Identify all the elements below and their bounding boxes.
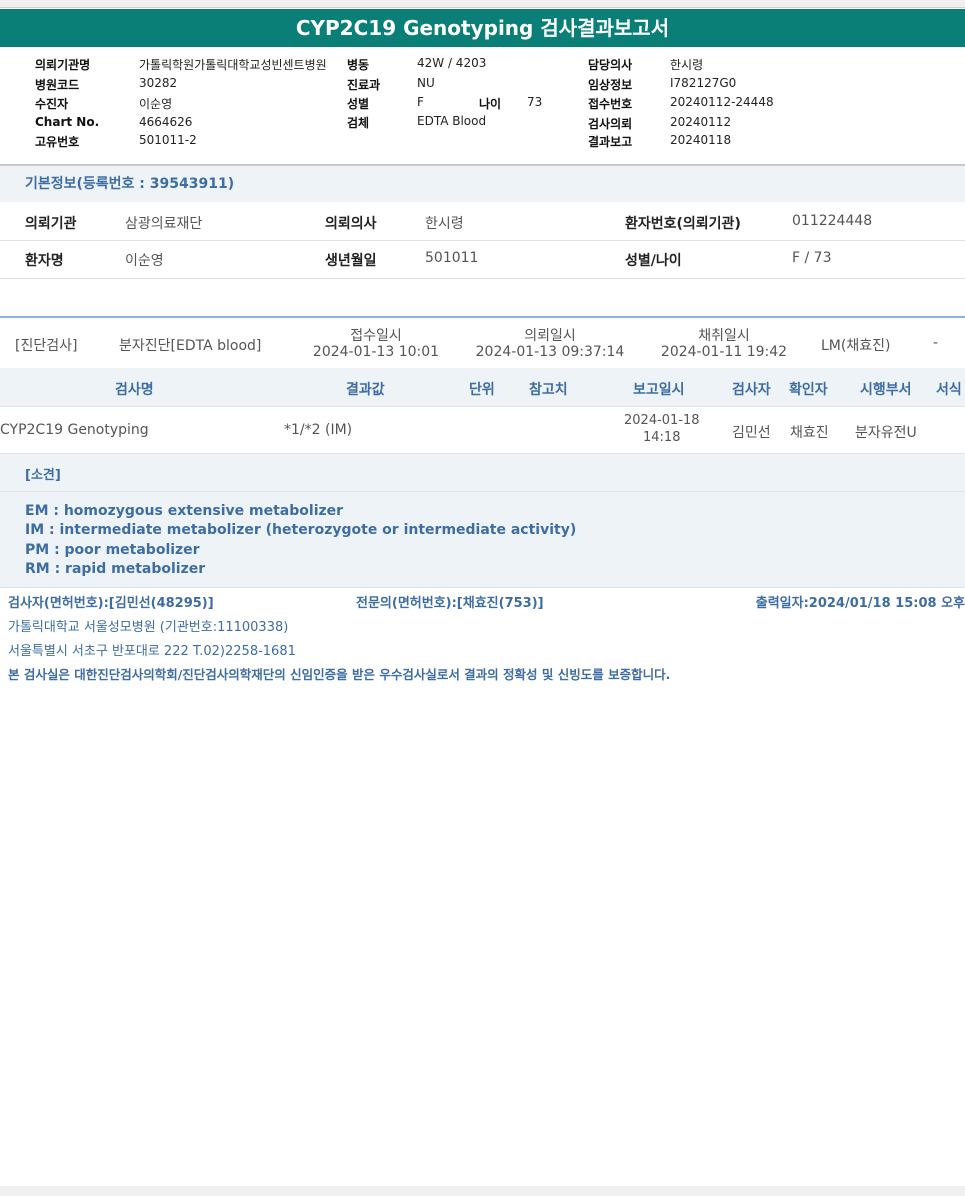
- header-label: Chart No.: [35, 115, 100, 129]
- header-label: 나이: [479, 97, 502, 111]
- header-value: 20240118: [670, 133, 732, 147]
- confirmer-name: 채효진: [790, 425, 829, 441]
- header-value: 4664626: [139, 115, 193, 129]
- department-name: 분자유전U: [855, 425, 917, 441]
- opinion-header: [소견]: [0, 454, 965, 492]
- field-value: 501011: [425, 250, 479, 266]
- field-label: 의뢰기관: [25, 216, 77, 232]
- basic-info-title: 기본정보(등록번호 : 39543911): [0, 166, 965, 202]
- requested-label: 의뢰일시: [524, 328, 576, 344]
- requested-datetime: 2024-01-13 09:37:14: [475, 344, 625, 360]
- results-table-header: 검사명 결과값 단위 참고치 보고일시 검사자 확인자 시행부서 서식: [0, 368, 965, 407]
- header-label: 성별: [347, 97, 370, 111]
- basic-info-title-text: 기본정보(등록번호 : 39543911): [25, 176, 235, 192]
- field-value: 삼광의료재단: [125, 216, 203, 232]
- test-name: CYP2C19 Genotyping: [0, 422, 149, 438]
- header-value: 30282: [139, 76, 178, 90]
- header-label: 임상정보: [588, 78, 633, 92]
- field-value: 011224448: [792, 213, 873, 229]
- report-header: 의뢰기관명 가톨릭학원가톨릭대학교성빈센트병원 병원코드 30282 수진자 이…: [0, 48, 965, 166]
- header-value: EDTA Blood: [417, 114, 487, 128]
- field-value: F / 73: [792, 250, 832, 266]
- col-reference: 참고치: [529, 382, 568, 398]
- header-value: 73: [527, 95, 543, 109]
- header-label: 병원코드: [35, 78, 80, 92]
- field-label: 의뢰의사: [325, 216, 377, 232]
- opinion-body: EM : homozygous extensive metabolizer IM…: [0, 492, 965, 588]
- header-label: 진료과: [347, 78, 381, 92]
- header-label: 검사의뢰: [588, 117, 633, 131]
- footer-printed-date: 출력일자:2024/01/18 15:08 오후: [755, 596, 965, 611]
- field-value: 한시령: [425, 216, 464, 232]
- lm-name: LM(채효진): [821, 338, 891, 354]
- field-value: 이순영: [125, 253, 164, 269]
- order-category: [진단검사]: [15, 338, 78, 354]
- collected-label: 채취일시: [698, 328, 750, 344]
- header-value: NU: [417, 76, 435, 90]
- order-type: 분자진단[EDTA blood]: [119, 338, 262, 354]
- col-result: 결과값: [346, 382, 385, 398]
- field-label: 환자번호(의뢰기관): [625, 216, 741, 232]
- col-form: 서식: [936, 382, 962, 398]
- header-value: 한시령: [670, 58, 704, 72]
- header-label: 검체: [347, 116, 370, 130]
- col-test-name: 검사명: [115, 382, 154, 398]
- opinion-line: EM : homozygous extensive metabolizer: [25, 503, 344, 519]
- header-value: 42W / 4203: [417, 56, 487, 70]
- footer-address: 서울특별시 서초구 반포대로 222 T.02)2258-1681: [8, 644, 296, 659]
- collected-datetime: 2024-01-11 19:42: [660, 344, 788, 360]
- header-value: 20240112-24448: [670, 95, 774, 109]
- header-label: 의뢰기관명: [35, 58, 91, 72]
- col-department: 시행부서: [860, 382, 912, 398]
- tester-name: 김민선: [732, 425, 771, 441]
- col-confirmer: 확인자: [789, 382, 828, 398]
- bottom-scroll-area: [0, 1186, 965, 1196]
- header-label: 담당의사: [588, 58, 633, 72]
- reported-time: 14:18: [643, 430, 681, 445]
- header-value: I782127G0: [670, 76, 737, 90]
- opinion-line: PM : poor metabolizer: [25, 542, 200, 558]
- opinion-line: IM : intermediate metabolizer (heterozyg…: [25, 522, 577, 538]
- col-unit: 단위: [469, 382, 495, 398]
- field-label: 성별/나이: [625, 253, 682, 269]
- reported-date: 2024-01-18: [624, 413, 700, 428]
- footer-tester: 검사자(면허번호):[김민선(48295)]: [8, 596, 214, 611]
- test-result: *1/*2 (IM): [284, 422, 353, 438]
- header-value: 이순영: [139, 97, 173, 111]
- header-label: 결과보고: [588, 135, 633, 149]
- col-reported: 보고일시: [633, 382, 685, 398]
- header-value: 20240112: [670, 115, 732, 129]
- report-title: CYP2C19 Genotyping 검사결과보고서: [0, 9, 965, 47]
- header-label: 고유번호: [35, 135, 80, 149]
- header-value: 가톨릭학원가톨릭대학교성빈센트병원: [139, 58, 327, 72]
- footer-specialist: 전문의(면허번호):[채효진(753)]: [356, 596, 544, 611]
- field-label: 생년월일: [325, 253, 377, 269]
- header-label: 수진자: [35, 97, 69, 111]
- footer-certification: 본 검사실은 대한진단검사의학회/진단검사의학재단의 신임인증을 받은 우수검사…: [8, 667, 671, 682]
- received-datetime: 2024-01-13 10:01: [312, 344, 440, 360]
- field-label: 환자명: [25, 253, 64, 269]
- basic-info-row: 환자명 이순영 생년월일 501011 성별/나이 F / 73: [0, 241, 965, 279]
- col-tester: 검사자: [732, 382, 771, 398]
- order-dash: -: [933, 335, 939, 351]
- header-label: 병동: [347, 58, 370, 72]
- opinion-line: RM : rapid metabolizer: [25, 561, 206, 577]
- basic-info-row: 의뢰기관 삼광의료재단 의뢰의사 한시령 환자번호(의뢰기관) 01122444…: [0, 203, 965, 241]
- table-row: CYP2C19 Genotyping *1/*2 (IM) 2024-01-18…: [0, 407, 965, 454]
- received-label: 접수일시: [350, 328, 402, 344]
- header-value: F: [417, 95, 424, 109]
- header-value: 501011-2: [139, 133, 197, 147]
- footer-hospital: 가톨릭대학교 서울성모병원 (기관번호:11100338): [8, 620, 289, 635]
- header-label: 접수번호: [588, 97, 633, 111]
- opinion-title: [소견]: [25, 468, 61, 483]
- order-summary: [진단검사] 분자진단[EDTA blood] 접수일시 2024-01-13 …: [0, 316, 965, 370]
- top-border: [0, 0, 965, 8]
